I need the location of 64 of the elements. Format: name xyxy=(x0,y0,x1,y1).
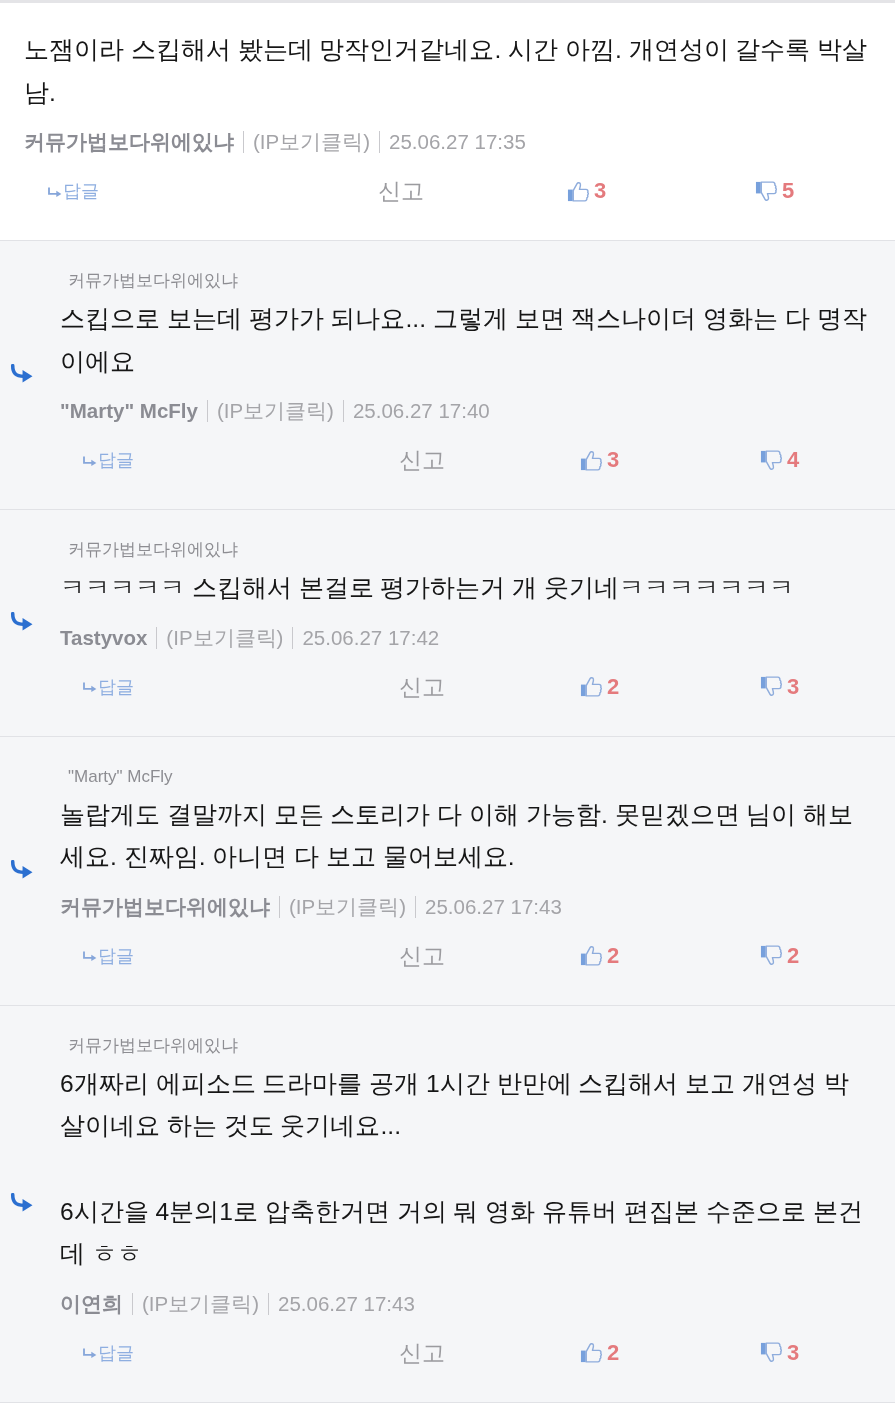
reply-button[interactable]: 답글 xyxy=(82,674,134,699)
reply-arrow-icon xyxy=(10,364,33,383)
comment-date: 25.06.27 17:43 xyxy=(278,1290,415,1317)
comment-text: 스킵으로 보는데 평가가 되나요... 그렇게 보면 잭스나이더 영화는 다 명작이에요 xyxy=(60,304,868,377)
reply-arrow-icon xyxy=(82,951,97,962)
report-button[interactable]: 신고 xyxy=(399,1337,446,1368)
reply-arrow-icon xyxy=(82,1348,97,1359)
thumbs-up-icon xyxy=(566,179,590,203)
like-button[interactable]: 3 xyxy=(579,447,620,473)
reply-button[interactable]: 답글 xyxy=(82,1340,134,1365)
parent-author: 커뮤가법보다위에있냐 xyxy=(68,539,238,561)
parent-author: 커뮤가법보다위에있냐 xyxy=(68,1034,238,1057)
reply-arrow-icon xyxy=(82,682,97,693)
like-button[interactable]: 2 xyxy=(579,673,620,700)
ip-link[interactable]: (IP보기클릭) xyxy=(166,622,284,653)
comment-text: 노잼이라 스킵해서 봤는데 망작인거같네요. 시간 아낌. 개연성이 갈수록 박살남. xyxy=(24,35,869,108)
comment-text: ㅋㅋㅋㅋㅋ 스킵해서 본걸로 평가하는거 개 웃기네ㅋㅋㅋㅋㅋㅋㅋ xyxy=(60,573,795,603)
thumbs-down-icon xyxy=(760,675,784,698)
parent-author: "Marty" McFly xyxy=(68,765,173,788)
author-name: "Marty" McFly xyxy=(60,398,198,424)
parent-author: 커뮤가법보다위에있냐 xyxy=(68,270,238,292)
reply-arrow-icon xyxy=(10,1192,33,1212)
reply-button[interactable]: 답글 xyxy=(82,448,134,472)
comment-text: 6시간을 4분의1로 압축한거면 거의 뭐 영화 유튜버 편집본 수준으로 본건데 ㅎㅎ xyxy=(60,1196,864,1269)
report-button[interactable]: 신고 xyxy=(399,445,446,475)
dislike-button[interactable]: 3 xyxy=(760,1339,800,1366)
thumbs-down-icon xyxy=(755,179,778,203)
thumbs-down-icon xyxy=(760,1341,784,1364)
reply-arrow-icon xyxy=(46,186,62,198)
reply-button[interactable]: 답글 xyxy=(46,179,99,203)
author-name: 이연희 xyxy=(60,1290,123,1317)
comment-text: 놀랍게도 결말까지 모든 스토리가 다 이해 가능함. 못믿겠으면 님이 해보세요. 진짜임. 아니면 다 보고 물어보세요. xyxy=(60,799,855,872)
like-button[interactable]: 2 xyxy=(579,942,620,969)
author-name: Tastyvox xyxy=(60,624,148,651)
thumbs-up-icon xyxy=(579,675,603,698)
thumbs-up-icon xyxy=(579,1341,603,1364)
ip-link[interactable]: (IP보기클릭) xyxy=(253,127,371,157)
thumbs-down-icon xyxy=(760,944,784,967)
report-button[interactable]: 신고 xyxy=(399,671,446,702)
thumbs-up-icon xyxy=(579,944,603,967)
reply-arrow-icon xyxy=(10,611,33,631)
comment-date: 25.06.27 17:35 xyxy=(389,129,526,155)
report-button[interactable]: 신고 xyxy=(399,940,446,971)
like-button[interactable]: 3 xyxy=(566,178,607,204)
reply-arrow-icon xyxy=(10,859,33,879)
dislike-button[interactable]: 4 xyxy=(760,447,800,473)
dislike-button[interactable]: 5 xyxy=(755,178,795,204)
report-button[interactable]: 신고 xyxy=(378,176,424,206)
author-name: 커뮤가법보다위에있냐 xyxy=(60,893,270,920)
reply-arrow-icon xyxy=(82,455,97,467)
ip-link[interactable]: (IP보기클릭) xyxy=(289,891,407,922)
dislike-button[interactable]: 3 xyxy=(760,673,800,700)
comment-date: 25.06.27 17:43 xyxy=(425,893,562,920)
comment-text: 6개짜리 에피소드 드라마를 공개 1시간 반만에 스킵해서 보고 개연성 박살이네요 하는 것도 웃기네요... xyxy=(60,1068,850,1141)
like-button[interactable]: 2 xyxy=(579,1339,620,1366)
ip-link[interactable]: (IP보기클릭) xyxy=(216,396,334,426)
reply-button[interactable]: 답글 xyxy=(82,943,134,968)
thumbs-down-icon xyxy=(760,448,784,472)
comment-date: 25.06.27 17:42 xyxy=(302,624,440,651)
ip-link[interactable]: (IP보기클릭) xyxy=(142,1288,260,1319)
thumbs-up-icon xyxy=(579,448,603,472)
comment-date: 25.06.27 17:40 xyxy=(352,398,490,424)
dislike-button[interactable]: 2 xyxy=(760,942,800,969)
author-name: 커뮤가법보다위에있냐 xyxy=(24,129,234,155)
